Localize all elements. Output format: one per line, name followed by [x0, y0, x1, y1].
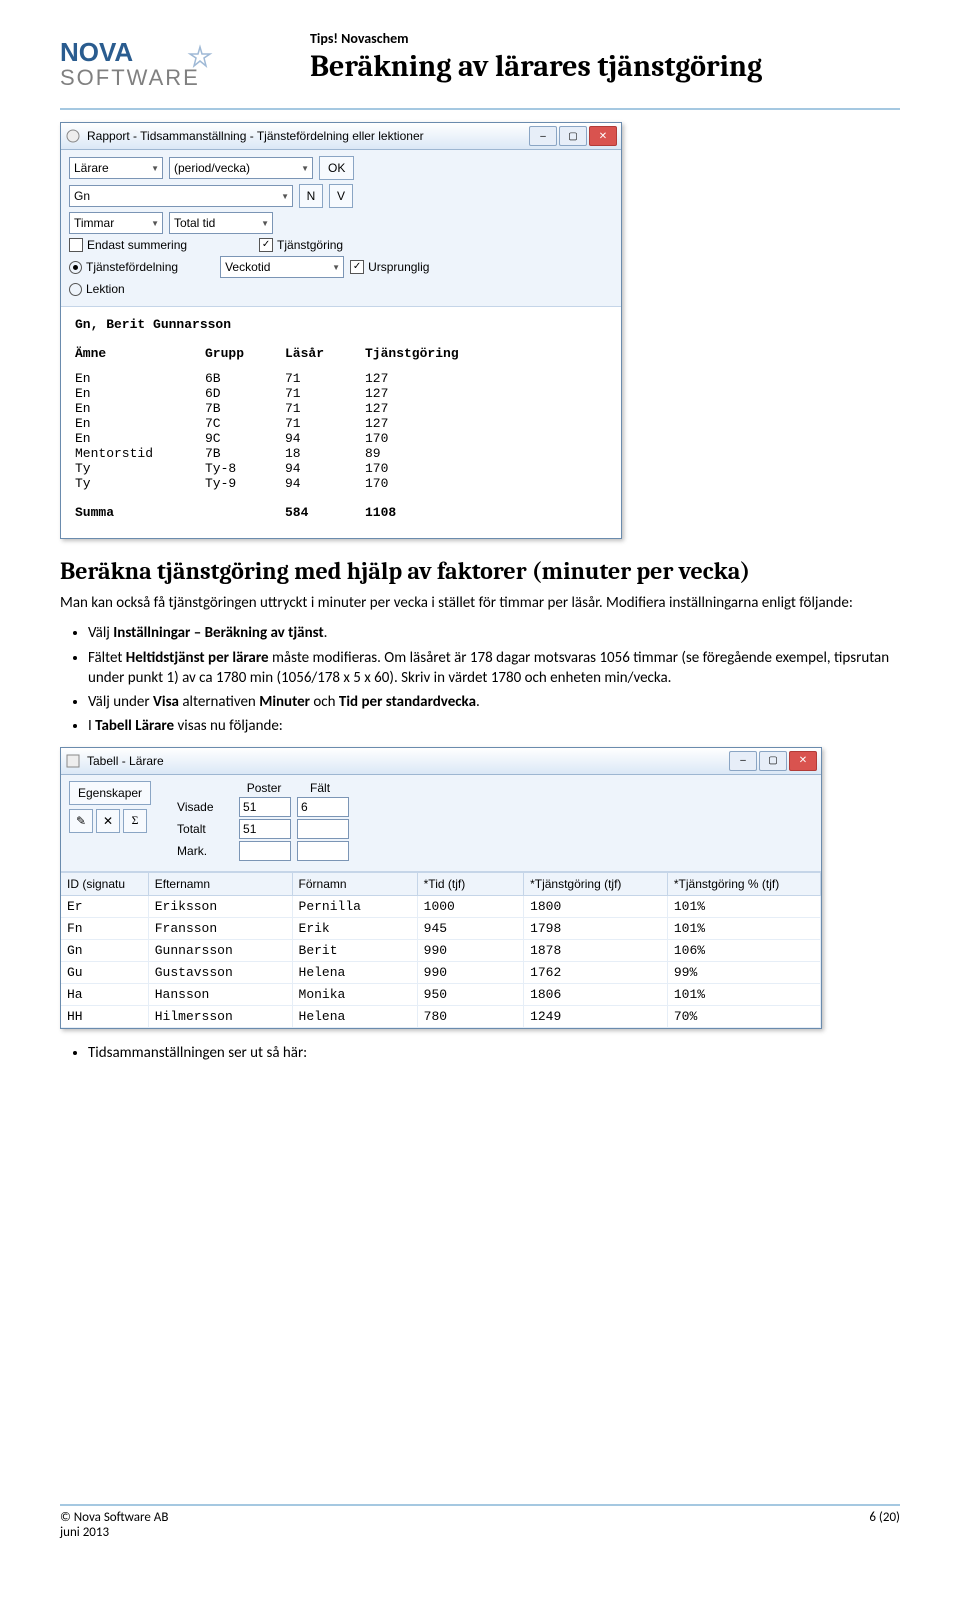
teacher-name: Gn, Berit Gunnarsson [75, 317, 607, 332]
totalt-poster: 51 [239, 819, 291, 839]
table-row[interactable]: ErErikssonPernilla10001800101% [61, 896, 821, 918]
report-row: En9C94170 [75, 431, 607, 446]
tips-label: Tips! Novaschem [310, 30, 900, 47]
endast-checkbox[interactable]: Endast summering [69, 238, 187, 252]
larare-dropdown[interactable]: Lärare [69, 157, 163, 179]
minimize-button[interactable]: – [529, 126, 557, 146]
table-row[interactable]: FnFranssonErik9451798101% [61, 918, 821, 940]
section-title: Beräkna tjänstgöring med hjälp av faktor… [60, 557, 900, 585]
timmar-dropdown[interactable]: Timmar [69, 212, 163, 234]
footer: © Nova Software AB juni 2013 6 (20) [60, 1504, 900, 1540]
report-row: Mentorstid7B1889 [75, 446, 607, 461]
table-row[interactable]: GnGunnarssonBerit9901878106% [61, 940, 821, 962]
totaltid-dropdown[interactable]: Total tid [169, 212, 273, 234]
close-button[interactable]: ✕ [789, 751, 817, 771]
visade-falt: 6 [297, 797, 349, 817]
close-button[interactable]: ✕ [589, 126, 617, 146]
logo: NOVA SOFTWARE [60, 30, 270, 100]
veckotid-dropdown[interactable]: Veckotid [220, 256, 344, 278]
mark-falt [297, 841, 349, 861]
titlebar: Rapport - Tidsammanställning - Tjänstefö… [61, 123, 621, 150]
v-button[interactable]: V [329, 184, 353, 208]
svg-text:NOVA: NOVA [60, 37, 133, 67]
maximize-button[interactable]: ▢ [759, 751, 787, 771]
report-row: TyTy-894170 [75, 461, 607, 476]
titlebar: Tabell - Lärare – ▢ ✕ [61, 748, 821, 775]
tool-btn-2[interactable]: ✕ [96, 809, 120, 833]
ursprunglig-checkbox[interactable]: ✓Ursprunglig [350, 260, 429, 274]
report-row: TyTy-994170 [75, 476, 607, 491]
period-dropdown[interactable]: (period/vecka) [169, 157, 313, 179]
totalt-falt [297, 819, 349, 839]
ok-button[interactable]: OK [319, 156, 354, 180]
n-button[interactable]: N [299, 184, 323, 208]
svg-text:SOFTWARE: SOFTWARE [60, 65, 200, 90]
table-body: ErErikssonPernilla10001800101%FnFransson… [61, 896, 821, 1028]
report-row: En6B71127 [75, 371, 607, 386]
page-title: Beräkning av lärares tjänstgöring [310, 49, 900, 84]
page-header: NOVA SOFTWARE Tips! Novaschem Beräkning … [60, 30, 900, 110]
table-row[interactable]: HHHilmerssonHelena780124970% [61, 1006, 821, 1028]
minimize-button[interactable]: – [729, 751, 757, 771]
mark-poster [239, 841, 291, 861]
table-row[interactable]: GuGustavssonHelena990176299% [61, 962, 821, 984]
app-icon [65, 128, 81, 144]
window-title: Tabell - Lärare [87, 754, 729, 768]
table-row[interactable]: HaHanssonMonika9501806101% [61, 984, 821, 1006]
app-icon [65, 753, 81, 769]
section-para: Man kan också få tjänstgöringen uttryckt… [60, 593, 900, 613]
last-bullet: Tidsammanställningen ser ut så här: [88, 1043, 900, 1063]
bullet-list: Välj Inställningar – Beräkning av tjänst… [88, 623, 900, 736]
report-window: Rapport - Tidsammanställning - Tjänstefö… [60, 122, 622, 539]
lektion-radio[interactable]: Lektion [69, 282, 125, 296]
report-row: En7B71127 [75, 401, 607, 416]
visade-poster: 51 [239, 797, 291, 817]
maximize-button[interactable]: ▢ [559, 126, 587, 146]
sigma-button[interactable]: Σ [123, 809, 147, 833]
egenskaper-button[interactable]: Egenskaper [69, 781, 151, 805]
report-row: En6D71127 [75, 386, 607, 401]
window-title: Rapport - Tidsammanställning - Tjänstefö… [87, 129, 529, 143]
table-header: ID (signatu Efternamn Förnamn *Tid (tjf)… [61, 872, 821, 896]
tool-btn-1[interactable]: ✎ [69, 809, 93, 833]
tjanstgoring-checkbox[interactable]: ✓Tjänstgöring [259, 238, 343, 252]
report-row: En7C71127 [75, 416, 607, 431]
gn-dropdown[interactable]: Gn [69, 185, 293, 207]
tjanstefördelning-radio[interactable]: Tjänstefördelning [69, 260, 178, 274]
report-body: Gn, Berit Gunnarsson Ämne Grupp Läsår Tj… [61, 307, 621, 538]
table-window: Tabell - Lärare – ▢ ✕ Egenskaper ✎ ✕ Σ [60, 747, 822, 1029]
